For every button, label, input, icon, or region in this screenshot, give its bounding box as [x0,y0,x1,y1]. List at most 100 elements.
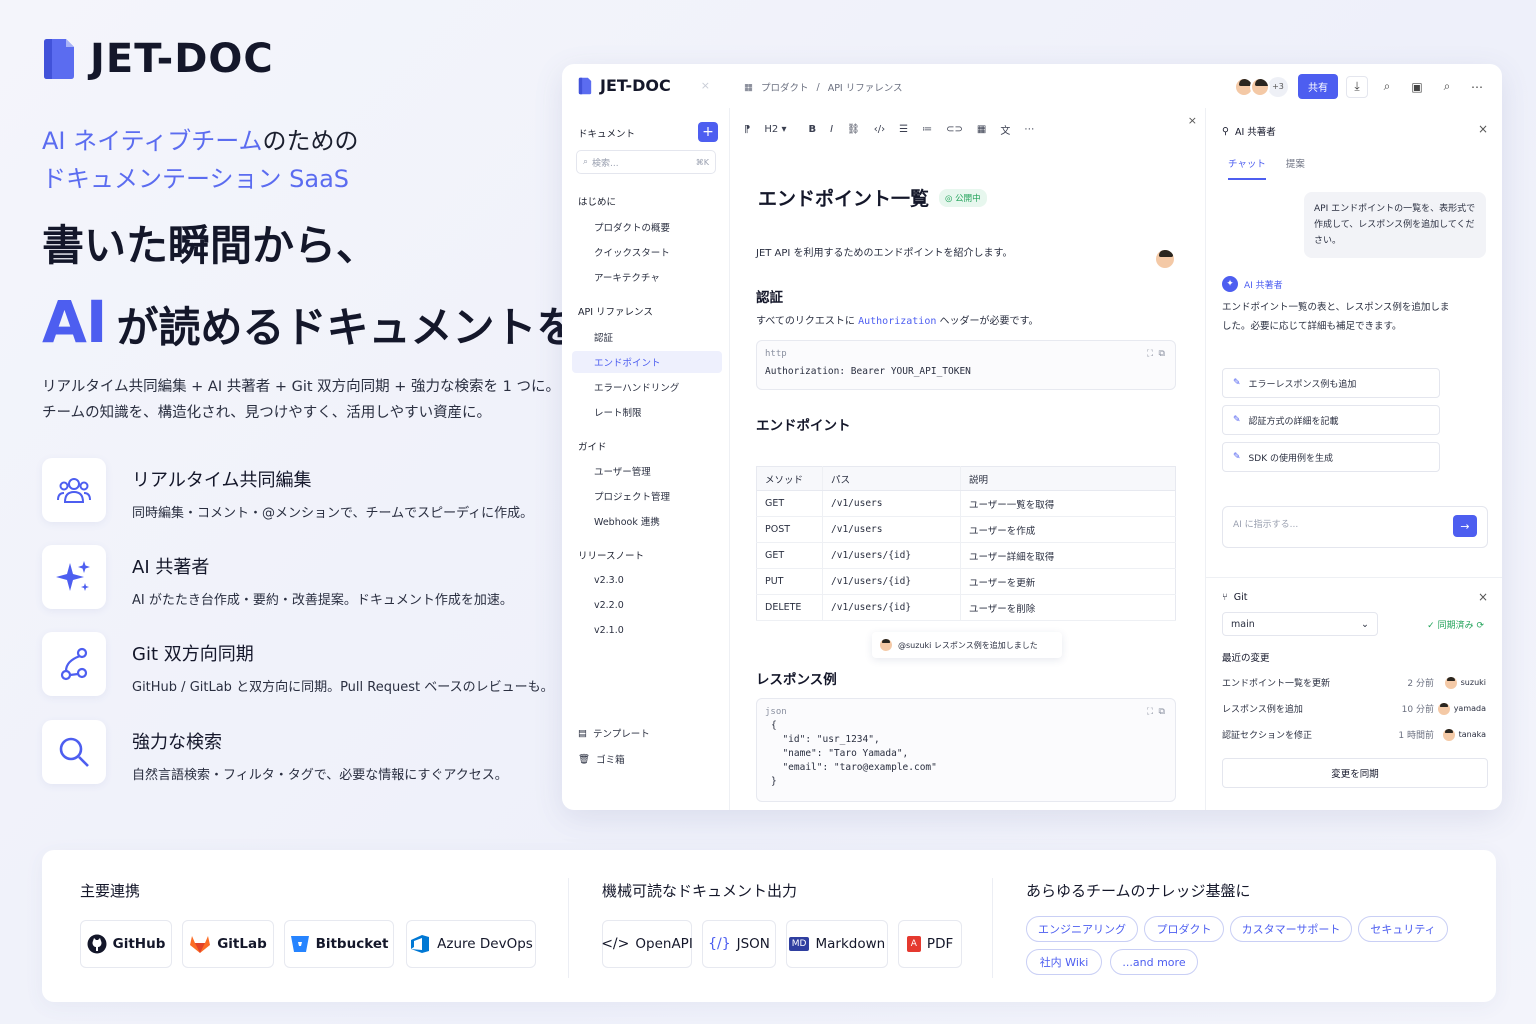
sidebar-item[interactable]: レート制限 [572,401,722,423]
sidebar-item[interactable]: Webhook 連携 [572,510,722,532]
calendar-icon[interactable]: ▣ [1406,76,1428,98]
team-chip[interactable]: 社内 Wiki [1026,949,1102,975]
bold-icon[interactable]: B [808,124,816,135]
cell-method[interactable]: GET [756,490,823,517]
tab-chat[interactable]: チャット [1228,156,1266,180]
cell-desc[interactable]: ユーザー詳細を取得 [960,542,1176,569]
editor-collaborator-avatar[interactable] [1154,248,1176,270]
team-chip[interactable]: カスタマーサポート [1230,916,1352,942]
collapse-icon[interactable]: × [701,79,710,92]
team-chip[interactable]: セキュリティ [1358,916,1448,942]
suggestion-button[interactable]: ✎ SDK の使用例を生成 [1222,442,1440,472]
list-icon[interactable]: ☰ [899,124,908,135]
sync-changes-button[interactable]: 変更を同期 [1222,758,1488,788]
cell-method[interactable]: POST [756,516,823,543]
templates-link[interactable]: ▤ テンプレート [578,726,650,741]
output-markdown[interactable]: MD Markdown [786,920,888,968]
code-block-http[interactable]: http ⛶ ⧉ Authorization: Bearer YOUR_API_… [756,340,1176,390]
search-icon[interactable]: ⌕ [1436,76,1458,98]
endpoints-heading[interactable]: エンドポイント [756,414,851,434]
integration-azure-devops[interactable]: Azure DevOps [406,920,536,968]
trash-link[interactable]: 🗑 ゴミ箱 [578,752,625,767]
sidebar-group[interactable]: はじめに [578,194,616,208]
team-chip[interactable]: プロダクト [1144,916,1224,942]
sidebar-item[interactable]: v2.3.0 [572,569,722,591]
close-icon[interactable]: × [1478,590,1488,604]
avatar-more[interactable]: +3 [1268,76,1288,97]
sidebar-group[interactable]: ガイド [578,439,607,453]
add-document-button[interactable]: + [698,122,718,142]
change-row[interactable]: 認証セクションを修正 1 時間前 tanaka [1222,728,1486,741]
more-icon[interactable]: ⋯ [1024,124,1034,135]
code-icon[interactable]: ‹/› [874,124,885,135]
cell-desc[interactable]: ユーザーを作成 [960,516,1176,543]
export-icon[interactable]: ⤓ [1346,75,1368,98]
sidebar-item[interactable]: v2.2.0 [572,594,722,616]
response-heading[interactable]: レスポンス例 [756,668,837,688]
table-icon[interactable]: ▦ [977,124,986,135]
breadcrumb-item[interactable]: API リファレンス [828,80,903,94]
cell-path[interactable]: /v1/users [822,490,961,517]
sidebar-item[interactable]: ユーザー管理 [572,460,722,482]
tab-suggestions[interactable]: 提案 [1286,156,1305,180]
intro-text[interactable]: JET API を利用するためのエンドポイントを紹介します。 [756,244,1013,259]
integration-bitbucket[interactable]: Bitbucket [284,920,394,968]
auth-text[interactable]: すべてのリクエストに Authorization ヘッダーが必要です。 [756,312,1039,327]
link-icon[interactable]: ⛓ [847,124,860,135]
expand-copy-icons[interactable]: ⛶ ⧉ [1147,707,1165,717]
cell-method[interactable]: DELETE [756,594,823,621]
cell-path[interactable]: /v1/users/{id} [822,594,961,621]
change-row[interactable]: レスポンス例を追加 10 分前 yamada [1222,702,1486,715]
cell-method[interactable]: GET [756,542,823,569]
sidebar-group[interactable]: リリースノート [578,548,644,562]
code-block-json[interactable]: json ⛶ ⧉ { "id": "usr_1234", "name": "Ta… [756,698,1176,802]
heading-select[interactable]: H2 ▾ [764,124,786,135]
italic-icon[interactable]: I [830,124,833,135]
sidebar-item[interactable]: 認証 [572,326,722,348]
sidebar-item[interactable]: v2.1.0 [572,619,722,641]
share-button[interactable]: 共有 [1298,74,1338,99]
team-chip[interactable]: ...and more [1110,949,1198,975]
sidebar-item[interactable]: クイックスタート [572,241,722,263]
sidebar-item[interactable]: プロジェクト管理 [572,485,722,507]
cell-desc[interactable]: ユーザーを削除 [960,594,1176,621]
team-chip[interactable]: エンジニアリング [1026,916,1138,942]
close-icon[interactable]: × [1478,122,1488,136]
output-pdf[interactable]: A PDF [898,920,962,968]
cell-desc[interactable]: ユーザーを更新 [960,568,1176,595]
cell-method[interactable]: PUT [756,568,823,595]
sidebar-item[interactable]: エラーハンドリング [572,376,722,398]
branch-select[interactable]: main ⌄ [1222,612,1378,636]
avatar[interactable] [1250,76,1270,97]
change-row[interactable]: エンドポイント一覧を更新 2 分前 suzuki [1222,676,1486,689]
integration-github[interactable]: GitHub [80,920,172,968]
translate-icon[interactable]: 文 [1000,122,1010,137]
sidebar-group[interactable]: API リファレンス [578,304,653,318]
auth-heading[interactable]: 認証 [756,286,783,306]
breadcrumb-item[interactable]: プロダクト [761,80,809,94]
close-icon[interactable]: × [1188,114,1197,127]
send-button[interactable]: → [1453,515,1477,537]
expand-copy-icons[interactable]: ⛶ ⧉ [1147,349,1165,359]
app-logo[interactable]: JET-DOC × [578,76,710,95]
sidebar-item[interactable]: アーキテクチャ [572,266,722,288]
embed-icon[interactable]: ⊂⊃ [946,124,963,135]
ai-prompt-input[interactable]: AI に指示する... → [1222,506,1488,548]
integration-gitlab[interactable]: GitLab [182,920,274,968]
cell-path[interactable]: /v1/users/{id} [822,568,961,595]
output-json[interactable]: {/} JSON [702,920,776,968]
suggestion-button[interactable]: ✎ 認証方式の詳細を記載 [1222,405,1440,435]
sidebar-item[interactable]: プロダクトの概要 [572,216,722,238]
search-icon[interactable]: ⌕ [1376,76,1398,98]
sidebar-search-input[interactable]: ⌕ 検索... ⌘K [576,150,716,174]
more-icon[interactable]: ⋯ [1466,76,1488,98]
cell-desc[interactable]: ユーザー一覧を取得 [960,490,1176,517]
document-title-text[interactable]: エンドポイント一覧 [758,184,929,211]
cell-path[interactable]: /v1/users/{id} [822,542,961,569]
bullet-list-icon[interactable]: ≔ [922,124,932,135]
sidebar-item-active[interactable]: エンドポイント [572,351,722,373]
cell-path[interactable]: /v1/users [822,516,961,543]
output-openapi[interactable]: </> OpenAPI [601,920,693,968]
suggestion-button[interactable]: ✎ エラーレスポンス例も追加 [1222,368,1440,398]
paragraph-icon[interactable]: ⁋ [744,124,750,135]
